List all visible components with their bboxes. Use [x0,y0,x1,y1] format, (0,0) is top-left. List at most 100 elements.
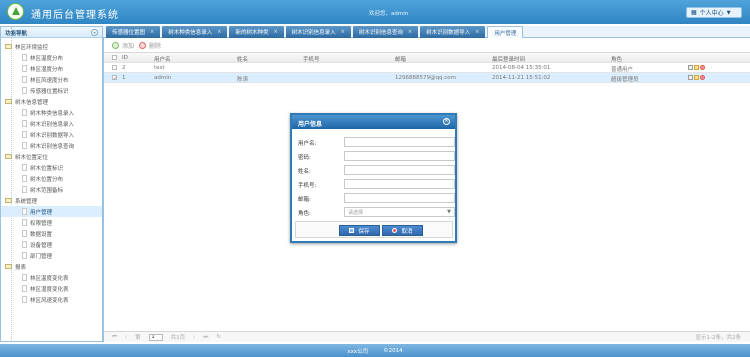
sidebar-item-23[interactable]: 林区风速变化表 [1,294,102,305]
phone-field[interactable] [344,179,455,189]
tab-3[interactable]: 树木识别信息录入 × [285,26,351,38]
sidebar-item-5[interactable]: 树木信息管理 [1,96,102,107]
file-icon [22,164,27,171]
cell-id: 2 [122,65,126,71]
close-icon[interactable]: × [341,29,345,35]
sidebar-item-11[interactable]: 树木位置标识 [1,162,102,173]
footer: xxx公司 ©2014 [0,344,750,357]
collapse-icon[interactable]: « [91,29,98,36]
table-row-admin[interactable]: ✓ 1 admin 陈涛 1296888579@qq.com 2014-11-2… [104,73,750,83]
tab-user-management[interactable]: 用户管理 [487,26,524,38]
folder-icon [5,99,12,104]
app-logo-icon [7,3,24,20]
sidebar-item-4[interactable]: 传感器位置标识 [1,85,102,96]
delete-row-icon[interactable] [700,65,705,70]
sidebar-item-10[interactable]: 树木位置定位 [1,151,102,162]
sidebar-item-21[interactable]: 林区温度变化表 [1,272,102,283]
refresh-icon[interactable]: ↻ [216,334,221,340]
file-icon [22,120,27,127]
tab-1[interactable]: 树木种类信息录入 × [162,26,228,38]
add-label: 添加 [122,42,135,50]
column-role[interactable]: 角色 [611,55,622,63]
delete-row-icon[interactable] [700,75,705,80]
add-button[interactable]: 添加 [112,41,134,50]
close-icon[interactable]: × [443,118,450,125]
view-icon[interactable] [688,75,693,80]
sidebar-item-16[interactable]: 权限管理 [1,217,102,228]
sidebar-item-0[interactable]: 林区环境监控 [1,41,102,52]
tab-2[interactable]: 新的树木种类 × [229,26,284,38]
email-field[interactable] [344,193,455,203]
column-last-login[interactable]: 最后登录时间 [492,55,525,63]
close-icon[interactable]: × [217,29,221,35]
tab-4[interactable]: 树木识别信息查询 × [352,26,419,38]
sidebar-item-13[interactable]: 树木范围备标 [1,184,102,195]
next-page-icon[interactable]: › [193,334,195,340]
welcome-text: 欢迎您，admin [369,11,409,17]
column-email[interactable]: 邮箱 [395,55,406,63]
folder-icon [5,44,12,49]
copyright: ©2014 [383,347,403,354]
tab-label: 传感器位置图 [112,30,146,36]
sidebar-item-6[interactable]: 树木种类信息录入 [1,107,102,118]
sidebar-item-18[interactable]: 设备管理 [1,239,102,250]
delete-button[interactable]: 删除 [139,41,161,50]
file-icon [22,230,27,237]
sidebar-item-8[interactable]: 树木识别数据导入 [1,129,102,140]
cell-role: 普通用户 [611,67,634,73]
select-all-checkbox[interactable] [112,55,117,60]
cancel-button[interactable]: 取消 [382,225,423,236]
sidebar-label-19: 部门管理 [30,253,53,260]
password-field[interactable] [344,151,455,161]
tab-label: 用户管理 [494,30,517,37]
sidebar-item-19[interactable]: 部门管理 [1,250,102,261]
row-checkbox[interactable] [112,65,117,70]
sidebar-item-1[interactable]: 林区温度分布 [1,52,102,63]
phone-label: 手机号: [298,183,317,189]
dialog-title: 用户信息 [298,121,323,128]
name-field[interactable] [344,165,455,175]
sidebar-item-12[interactable]: 树木位置分布 [1,173,102,184]
sidebar-label-0: 林区环境监控 [15,44,49,51]
sidebar-item-3[interactable]: 林区风速度分布 [1,74,102,85]
column-name[interactable]: 姓名 [237,55,248,63]
previous-page-icon[interactable]: ‹ [125,334,127,340]
sidebar-item-2[interactable]: 林区湿度分布 [1,63,102,74]
file-icon [22,131,27,138]
first-page-icon[interactable]: ⏮ [112,334,117,341]
username-row: 用户名: [298,137,455,147]
close-icon[interactable]: × [150,29,154,35]
page-number-input[interactable] [148,333,163,341]
email-row: 邮箱: [298,193,455,203]
tab-0[interactable]: 传感器位置图 × [106,26,161,38]
column-username[interactable]: 用户名 [154,55,171,63]
save-button[interactable]: 保存 [339,225,380,236]
name-row: 姓名: [298,165,455,175]
sidebar-item-9[interactable]: 树木识别信息查询 [1,140,102,151]
tab-label: 树木识别信息录入 [291,30,336,36]
sidebar-item-22[interactable]: 林区湿度变化表 [1,283,102,294]
folder-icon [5,264,12,269]
row-checkbox[interactable]: ✓ [112,75,118,82]
tab-5[interactable]: 树木识别数据导入 × [420,26,486,38]
username-field[interactable] [344,137,455,147]
sidebar-item-20[interactable]: 报表 [1,261,102,272]
role-label: 角色: [298,211,311,217]
view-icon[interactable] [688,65,693,70]
close-icon[interactable]: × [475,29,479,35]
edit-icon[interactable] [694,65,699,70]
sidebar-item-14[interactable]: 系统管理 [1,195,102,206]
sidebar-item-15[interactable]: 用户管理 [1,206,102,217]
last-page-icon[interactable]: ⏭ [203,334,208,341]
role-select[interactable]: 请选择 ▼ [344,207,455,217]
table-row-test[interactable]: 2 test 2014-08-04 15:35:01 普通用户 [104,63,750,73]
sidebar-item-7[interactable]: 树木识别信息录入 [1,118,102,129]
column-phone[interactable]: 手机号 [303,55,320,63]
user-center-button[interactable]: ▦ 个人中心 ▼ [686,7,742,18]
sidebar-label-16: 权限管理 [30,220,53,227]
close-icon[interactable]: × [273,29,277,35]
sidebar-item-17[interactable]: 数据设置 [1,228,102,239]
close-icon[interactable]: × [408,29,412,35]
column-id[interactable]: ID [122,55,128,61]
edit-icon[interactable] [694,75,699,80]
